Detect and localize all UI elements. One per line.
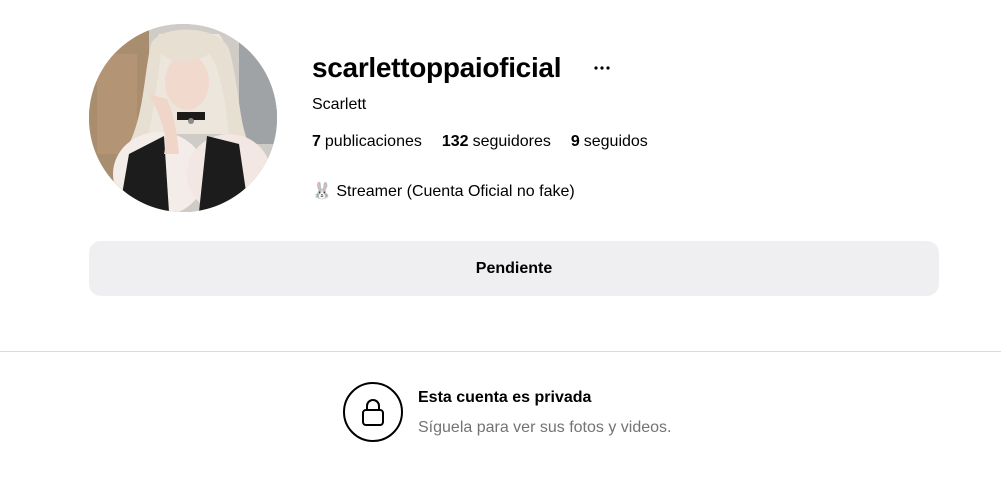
lock-icon: [362, 399, 384, 426]
profile-avatar[interactable]: [89, 24, 277, 212]
lock-icon-circle: [343, 382, 403, 442]
private-account-title: Esta cuenta es privada: [418, 389, 592, 406]
stat-followers[interactable]: 132 seguidores: [442, 133, 551, 151]
avatar-photo-image: [89, 24, 277, 212]
stat-posts-label: publicaciones: [324, 133, 422, 150]
stat-following[interactable]: 9 seguidos: [571, 133, 648, 151]
stat-posts: 7 publicaciones: [312, 133, 422, 151]
stat-posts-count: 7: [312, 133, 321, 150]
section-divider: [0, 351, 1001, 352]
profile-full-name: Scarlett: [312, 96, 367, 113]
stat-followers-label: seguidores: [472, 133, 551, 150]
profile-page: scarlettoppaioficial Scarlett 7 publicaci…: [0, 0, 1001, 496]
stat-following-count: 9: [570, 133, 580, 150]
follow-pending-button[interactable]: Pendiente: [89, 241, 939, 296]
profile-username: scarlettoppaioficial: [312, 52, 562, 83]
profile-stats: 7 publicaciones 132 seguidores 9 seguidos: [312, 133, 648, 151]
more-options-button[interactable]: [592, 56, 612, 80]
stat-following-label: seguidos: [583, 133, 648, 150]
stat-followers-count: 132: [441, 133, 469, 150]
profile-bio: 🐰 Streamer (Cuenta Oficial no fake): [312, 183, 575, 200]
private-account-subtitle: Síguela para ver sus fotos y videos.: [418, 419, 672, 436]
more-horizontal-icon: [594, 66, 610, 70]
